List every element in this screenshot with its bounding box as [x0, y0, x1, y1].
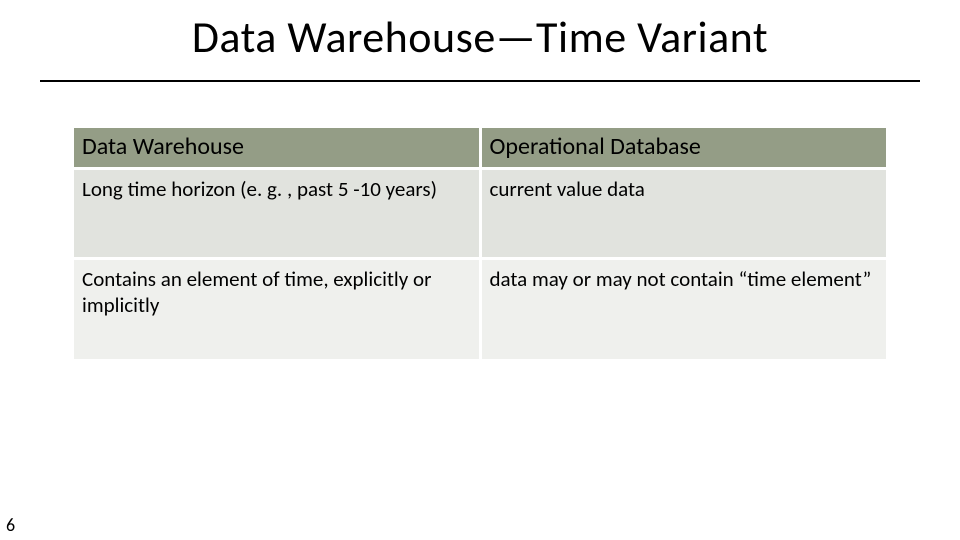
comparison-table: Data Warehouse Operational Database Long… [74, 128, 886, 359]
table-header-left: Data Warehouse [74, 128, 480, 169]
table-row: Long time horizon (e. g. , past 5 -10 ye… [74, 169, 886, 259]
table-cell: current value data [480, 169, 886, 259]
table-cell: data may or may not contain “time elemen… [480, 259, 886, 359]
slide-title: Data Warehouse—Time Variant [0, 10, 960, 64]
table-header-right: Operational Database [480, 128, 886, 169]
title-underline [40, 80, 920, 82]
table-cell: Long time horizon (e. g. , past 5 -10 ye… [74, 169, 480, 259]
table-cell: Contains an element of time, explicitly … [74, 259, 480, 359]
page-number: 6 [6, 514, 15, 536]
table-row: Contains an element of time, explicitly … [74, 259, 886, 359]
